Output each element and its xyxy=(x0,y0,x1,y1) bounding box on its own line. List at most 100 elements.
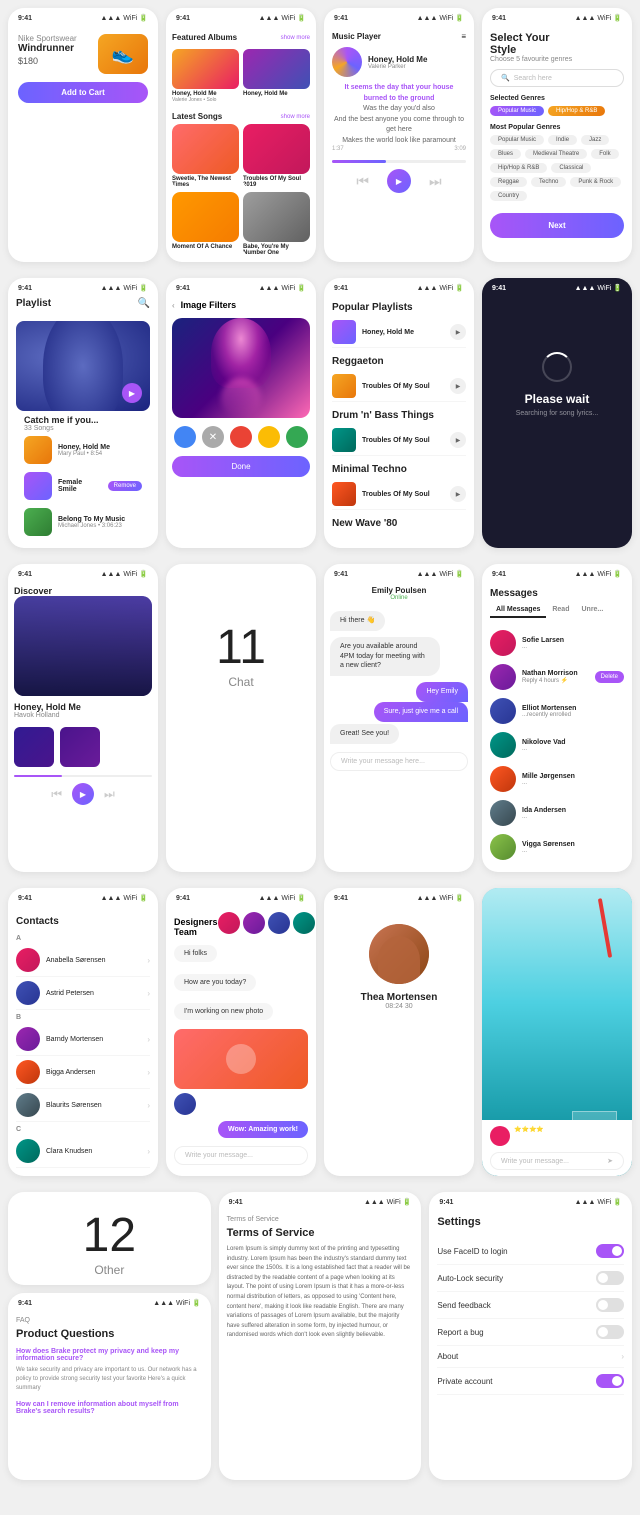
genre-hiphop[interactable]: Hip/Hop & R&B xyxy=(490,163,547,173)
other-label-display: Other xyxy=(94,1263,124,1277)
style-search-box[interactable]: 🔍 Search here xyxy=(490,69,624,87)
playlist-search-icon[interactable]: 🔍 xyxy=(138,298,150,309)
contact-barndy[interactable]: Barndy Mortensen › xyxy=(16,1023,150,1056)
face-silhouette xyxy=(43,321,123,411)
color-yellow[interactable] xyxy=(258,426,280,448)
genre-classical[interactable]: Classical xyxy=(551,163,591,173)
playlist-play-2[interactable]: ▶ xyxy=(450,378,466,394)
genre-indie[interactable]: Indie xyxy=(548,135,577,145)
setting-private: Private account xyxy=(437,1368,624,1395)
drink-input[interactable]: Write your message... ➤ xyxy=(490,1152,624,1170)
chat-msg-5: Great! See you! xyxy=(330,722,468,744)
prev-button[interactable]: ⏮ xyxy=(348,173,377,190)
toggle-faceid[interactable] xyxy=(596,1244,624,1258)
msg-info-4: Nikolove Vad ... xyxy=(522,739,624,752)
msg-name-4: Nikolove Vad xyxy=(522,739,624,746)
discover2-mini-2 xyxy=(60,727,100,767)
msg-item-1: Sofie Larsen ... xyxy=(490,626,624,660)
setting-label-about: About xyxy=(437,1352,458,1361)
genre-medieval[interactable]: Medieval Theatre xyxy=(525,149,587,159)
discover2-play[interactable]: ▶ xyxy=(72,783,94,805)
mp-controls: ⏮ ▶ ⏭ xyxy=(332,169,466,193)
back-chevron[interactable]: ‹ xyxy=(172,301,175,310)
remove-button[interactable]: Remove xyxy=(108,481,142,491)
setting-label-feedback: Send feedback xyxy=(437,1301,490,1310)
faq-q2[interactable]: How can I remove information about mysel… xyxy=(16,1401,203,1415)
contact-anabella[interactable]: Anabella Sørensen › xyxy=(16,944,150,977)
featured-albums-title: Featured Albums xyxy=(172,33,237,42)
playlist-card: 9:41 ▲▲▲ WiFi 🔋 Playlist 🔍 ▶ Catch me if… xyxy=(8,278,158,548)
wait-title: Please wait xyxy=(525,392,590,406)
color-green[interactable] xyxy=(286,426,308,448)
discover2-next[interactable]: ⏭ xyxy=(104,787,115,802)
contact-avatar-6 xyxy=(16,1139,40,1163)
song-artist-3: Michael Jones • 3:06:23 xyxy=(58,523,142,529)
genre-tag-hiphop[interactable]: Hip/Hop & R&B xyxy=(548,106,605,116)
msg-avatar-2 xyxy=(490,664,516,690)
songs-row: Sweetie, The Newest Times Troubles Of My… xyxy=(172,124,310,188)
genre-popular-music[interactable]: Popular Music xyxy=(490,135,544,145)
playlist-play-3[interactable]: ▶ xyxy=(450,432,466,448)
msg-item-3: Elliot Mortensen ...recently enrolled xyxy=(490,694,624,728)
show-more-link[interactable]: show more xyxy=(281,35,310,41)
discover2-prev[interactable]: ⏮ xyxy=(51,787,62,802)
contact-blaurits[interactable]: Blaurits Sørensen › xyxy=(16,1089,150,1122)
next-button[interactable]: ⏭ xyxy=(421,173,450,190)
genre-jazz[interactable]: Jazz xyxy=(581,135,609,145)
show-more-songs[interactable]: show more xyxy=(281,114,310,120)
tos-status-bar: 9:41 ▲▲▲ WiFi 🔋 xyxy=(219,1192,422,1208)
toggle-private[interactable] xyxy=(596,1374,624,1388)
genre-techno[interactable]: Techno xyxy=(531,177,566,187)
tab-unread[interactable]: Unre... xyxy=(575,603,609,618)
playlists-content: Popular Playlists Honey, Hold Me ▶ Regga… xyxy=(324,294,474,541)
genre-tag-popular[interactable]: Popular Music xyxy=(490,106,544,116)
faq-status-bar: 9:41 ▲▲▲ WiFi 🔋 xyxy=(8,1293,211,1309)
discover2-progress[interactable] xyxy=(14,775,152,777)
playlist-play-1[interactable]: ▶ xyxy=(450,324,466,340)
color-red[interactable] xyxy=(230,426,252,448)
contact-bigga[interactable]: Bigga Andersen › xyxy=(16,1056,150,1089)
genre-reggae[interactable]: Reggae xyxy=(490,177,527,187)
playlist-status-bar: 9:41 ▲▲▲ WiFi 🔋 xyxy=(8,278,158,294)
playlist-info-4: Troubles Of My Soul xyxy=(362,491,444,498)
chat-input[interactable]: Write your message here... xyxy=(330,752,468,771)
song-info-1: Honey, Hold Me Mary Paul • 8:54 xyxy=(58,444,142,457)
next-button-style[interactable]: Next xyxy=(490,213,624,238)
chat-group-header: Designers Team xyxy=(174,912,308,942)
toggle-autolock[interactable] xyxy=(596,1271,624,1285)
song-item-1: Honey, Hold Me Mary Paul • 8:54 xyxy=(16,432,150,468)
done-button[interactable]: Done xyxy=(172,456,310,477)
profile-name: Thea Mortensen xyxy=(361,992,438,1003)
cg-input[interactable]: Write your message... xyxy=(174,1146,308,1165)
settings-content: Settings Use FaceID to login Auto-Lock s… xyxy=(429,1208,632,1403)
genre-country[interactable]: Country xyxy=(490,191,527,201)
faq-q1[interactable]: How does Brake protect my privacy and ke… xyxy=(16,1348,203,1362)
contact-clara[interactable]: Clara Knudsen › xyxy=(16,1135,150,1168)
contact-astrid[interactable]: Astrid Petersen › xyxy=(16,977,150,1010)
drink-send-icon[interactable]: ➤ xyxy=(607,1157,613,1165)
color-blue[interactable] xyxy=(174,426,196,448)
mp-progress-bar[interactable] xyxy=(332,160,466,163)
delete-button-2[interactable]: Delete xyxy=(595,671,624,683)
cg-wow-bubble: Wow: Amazing work! xyxy=(218,1121,308,1138)
chat-user-name: Emily Poulsen xyxy=(330,586,468,595)
playlist-play-overlay[interactable]: ▶ xyxy=(122,383,142,403)
color-x[interactable]: ✕ xyxy=(202,426,224,448)
chat-number-card: 11 Chat xyxy=(166,564,316,872)
tab-all-messages[interactable]: All Messages xyxy=(490,603,546,618)
setting-faceid: Use FaceID to login xyxy=(437,1238,624,1265)
play-button[interactable]: ▶ xyxy=(387,169,411,193)
genre-blues[interactable]: Blues xyxy=(490,149,521,159)
tab-read[interactable]: Read xyxy=(546,603,575,618)
toggle-feedback[interactable] xyxy=(596,1298,624,1312)
toggle-bug[interactable] xyxy=(596,1325,624,1339)
genre-folk[interactable]: Folk xyxy=(591,149,618,159)
settings-card: 9:41 ▲▲▲ WiFi 🔋 Settings Use FaceID to l… xyxy=(429,1192,632,1480)
add-to-cart-button[interactable]: Add to Cart xyxy=(18,82,148,103)
playlist-play-4[interactable]: ▶ xyxy=(450,486,466,502)
image-filters-card: 9:41 ▲▲▲ WiFi 🔋 ‹ Image Filters ✕ D xyxy=(166,278,316,548)
playlist-info-3: Troubles Of My Soul xyxy=(362,437,444,444)
genre-punk[interactable]: Punk & Rock xyxy=(570,177,621,187)
song-name-3: Belong To My Music xyxy=(58,516,142,523)
msg-name-6: Ida Andersen xyxy=(522,807,624,814)
